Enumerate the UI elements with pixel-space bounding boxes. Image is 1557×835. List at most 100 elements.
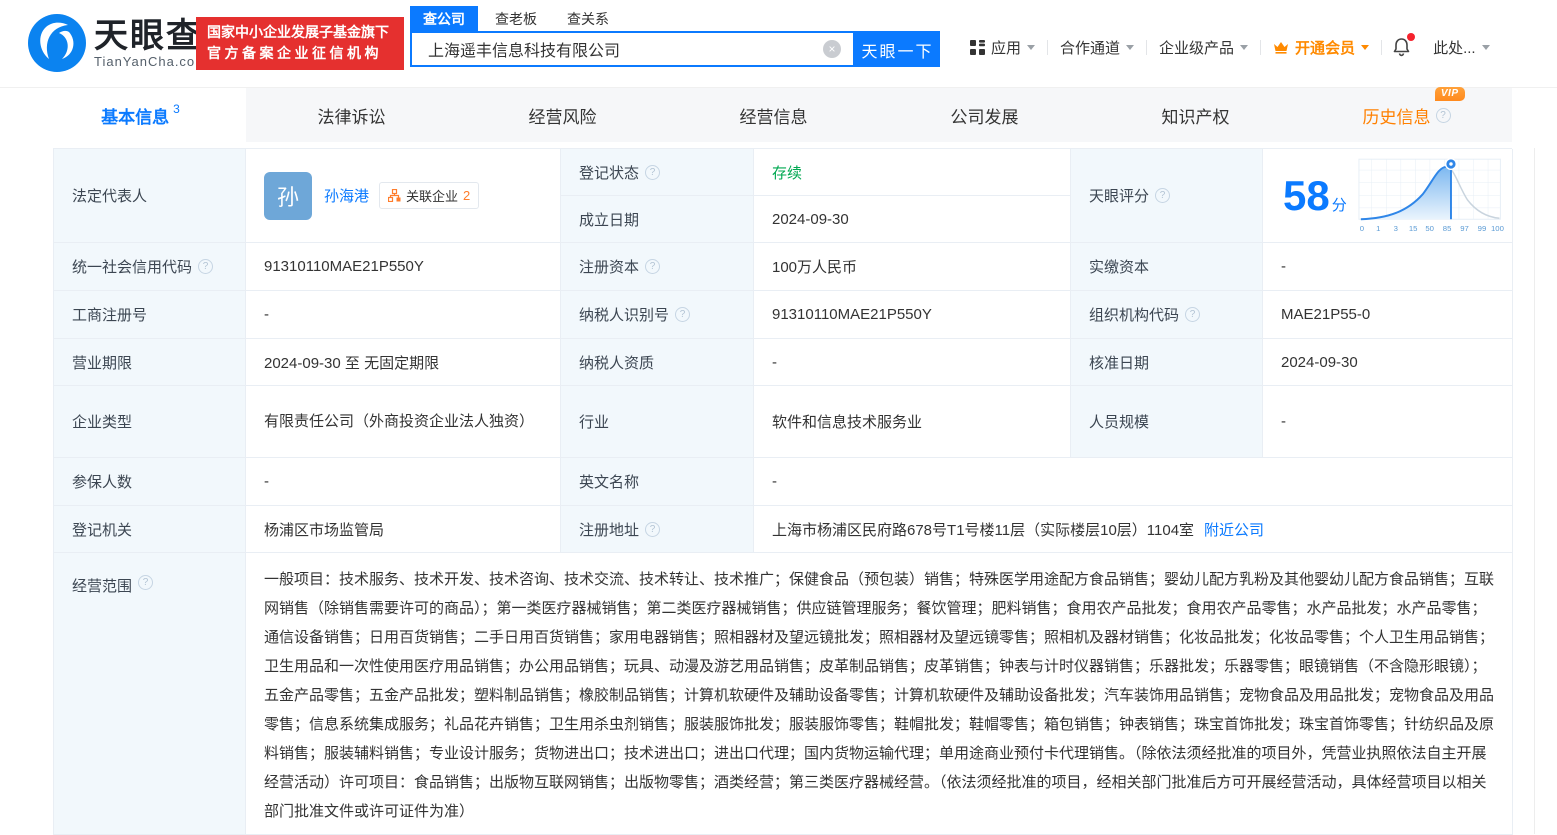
search-tab-boss[interactable]: 查老板	[482, 6, 550, 31]
field-label-taxpayer-id: 纳税人识别号 ?	[561, 291, 754, 339]
tab-legal-litigation[interactable]: 法律诉讼	[246, 88, 457, 142]
tab-intellectual-property[interactable]: 知识产权	[1090, 88, 1301, 142]
legal-rep-name-link[interactable]: 孙海港	[324, 185, 369, 206]
clear-icon[interactable]: ×	[823, 40, 841, 58]
score-curve-chart: 0 1 3 15 50 85 97 99 100	[1357, 156, 1504, 236]
search-button[interactable]: 天眼一下	[855, 33, 940, 67]
field-label-est-date: 成立日期	[561, 196, 754, 243]
tab-history-info[interactable]: 历史信息 ? VIP	[1301, 88, 1512, 142]
field-label-taxpayer-qual: 纳税人资质	[561, 339, 754, 386]
nav-cooperation-label: 合作通道	[1060, 37, 1120, 58]
field-label-reg-capital: 注册资本 ?	[561, 243, 754, 291]
notifications-button[interactable]	[1382, 37, 1421, 57]
gov-badge-line2: 官方备案企业征信机构	[207, 43, 393, 64]
axis-tick: 1	[1376, 223, 1380, 232]
brand-domain: TianYanCha.com	[94, 54, 207, 69]
apps-grid-icon	[970, 40, 985, 55]
company-basic-info-table: 法定代表人 孙 孙海港 关联企业 2 登记状态 ? 存续 天眼评	[53, 148, 1512, 835]
brand-name: 天眼查	[94, 18, 207, 54]
gov-badge-line1: 国家中小企业发展子基金旗下	[207, 22, 393, 43]
field-value-taxpayer-id: 91310110MAE21P550Y	[754, 291, 1071, 339]
field-value-industry: 软件和信息技术服务业	[754, 386, 1071, 458]
tab-basic-info-count: 3	[173, 102, 180, 116]
help-icon[interactable]: ?	[1436, 108, 1451, 123]
nav-enterprise-label: 企业级产品	[1159, 37, 1234, 58]
avatar: 孙	[264, 172, 312, 220]
axis-tick: 97	[1460, 223, 1469, 232]
search-tab-company[interactable]: 查公司	[410, 6, 478, 31]
header: 天眼查 TianYanCha.com 国家中小企业发展子基金旗下 官方备案企业征…	[0, 0, 1557, 88]
field-label-reg-address: 注册地址 ?	[561, 506, 754, 553]
tianyancha-logo[interactable]: 天眼查 TianYanCha.com	[28, 14, 207, 72]
chevron-down-icon	[1361, 45, 1369, 50]
tab-business-risk[interactable]: 经营风险	[457, 88, 668, 142]
tab-business-info[interactable]: 经营信息	[668, 88, 879, 142]
field-value-reg-address: 上海市杨浦区民府路678号T1号楼11层（实际楼层10层）1104室 附近公司	[754, 506, 1513, 553]
nav-more-label: 此处...	[1433, 37, 1476, 58]
field-value-english-name: -	[754, 458, 1513, 506]
nav-cooperation[interactable]: 合作通道	[1048, 37, 1146, 58]
chevron-down-icon	[1027, 45, 1035, 50]
nav-enterprise-products[interactable]: 企业级产品	[1147, 37, 1260, 58]
field-value-approval-date: 2024-09-30	[1263, 339, 1513, 386]
table-row: 企业类型 有限责任公司（外商投资企业法人独资） 行业 软件和信息技术服务业 人员…	[54, 386, 1512, 458]
related-companies-badge[interactable]: 关联企业 2	[379, 182, 479, 209]
notification-dot	[1407, 33, 1415, 41]
help-icon[interactable]: ?	[1185, 307, 1200, 322]
field-label-uscc: 统一社会信用代码 ?	[54, 243, 246, 291]
axis-tick: 85	[1443, 223, 1452, 232]
axis-tick: 50	[1425, 223, 1434, 232]
field-label-staff-size: 人员规模	[1071, 386, 1263, 458]
field-value-business-scope: 一般项目：技术服务、技术开发、技术咨询、技术交流、技术转让、技术推广；保健食品（…	[246, 553, 1513, 835]
axis-tick: 15	[1409, 223, 1418, 232]
field-value-biz-reg-no: -	[246, 291, 561, 339]
status-badge: 存续	[772, 162, 802, 183]
nav-apps-label: 应用	[991, 37, 1021, 58]
table-row: 法定代表人 孙 孙海港 关联企业 2 登记状态 ? 存续 天眼评	[54, 149, 1512, 243]
nav-membership-label: 开通会员	[1295, 37, 1355, 58]
field-label-legal-rep: 法定代表人	[54, 149, 246, 243]
field-value-biz-term: 2024-09-30 至 无固定期限	[246, 339, 561, 386]
gov-certification-badge: 国家中小企业发展子基金旗下 官方备案企业征信机构	[196, 17, 404, 70]
field-label-biz-term: 营业期限	[54, 339, 246, 386]
help-icon[interactable]: ?	[645, 522, 660, 537]
help-icon[interactable]: ?	[645, 165, 660, 180]
tianyancha-logo-icon	[28, 14, 86, 72]
nav-more[interactable]: 此处...	[1421, 37, 1502, 58]
field-label-reg-status: 登记状态 ?	[561, 149, 754, 196]
table-row: 参保人数 - 英文名称 -	[54, 458, 1512, 506]
chevron-down-icon	[1240, 45, 1248, 50]
table-row: 登记机关 杨浦区市场监管局 注册地址 ? 上海市杨浦区民府路678号T1号楼11…	[54, 506, 1512, 553]
axis-tick: 100	[1491, 223, 1504, 232]
field-value-score: 58分	[1263, 149, 1513, 243]
help-icon[interactable]: ?	[675, 307, 690, 322]
help-icon[interactable]: ?	[198, 259, 213, 274]
field-value-staff-size: -	[1263, 386, 1513, 458]
nav-apps[interactable]: 应用	[958, 37, 1047, 58]
tab-basic-info[interactable]: 基本信息 3	[35, 88, 246, 142]
related-companies-icon	[388, 189, 401, 202]
score-value: 58	[1283, 172, 1330, 219]
field-label-business-scope: 经营范围 ?	[54, 553, 246, 835]
field-label-company-type: 企业类型	[54, 386, 246, 458]
tab-label: 公司发展	[951, 103, 1019, 128]
field-value-org-code: MAE21P55-0	[1263, 291, 1513, 339]
field-value-insured-count: -	[246, 458, 561, 506]
tab-company-development[interactable]: 公司发展	[879, 88, 1090, 142]
scroll-track-line	[1534, 148, 1535, 834]
help-icon[interactable]: ?	[1155, 188, 1170, 203]
vip-badge: VIP	[1435, 87, 1465, 101]
nearby-companies-link[interactable]: 附近公司	[1204, 519, 1264, 540]
search-tab-relation[interactable]: 查关系	[554, 6, 622, 31]
search-input[interactable]	[412, 33, 853, 65]
help-icon[interactable]: ?	[138, 575, 153, 590]
nav-open-membership[interactable]: 开通会员	[1261, 37, 1381, 58]
axis-tick: 99	[1477, 223, 1486, 232]
field-label-insured-count: 参保人数	[54, 458, 246, 506]
related-companies-count: 2	[463, 188, 470, 203]
field-label-org-code: 组织机构代码 ?	[1071, 291, 1263, 339]
field-value-est-date: 2024-09-30	[754, 196, 1071, 243]
tab-label: 法律诉讼	[318, 103, 386, 128]
help-icon[interactable]: ?	[645, 259, 660, 274]
section-tabbar: 基本信息 3 法律诉讼 经营风险 经营信息 公司发展 知识产权 历史信息 ? V…	[35, 88, 1512, 142]
